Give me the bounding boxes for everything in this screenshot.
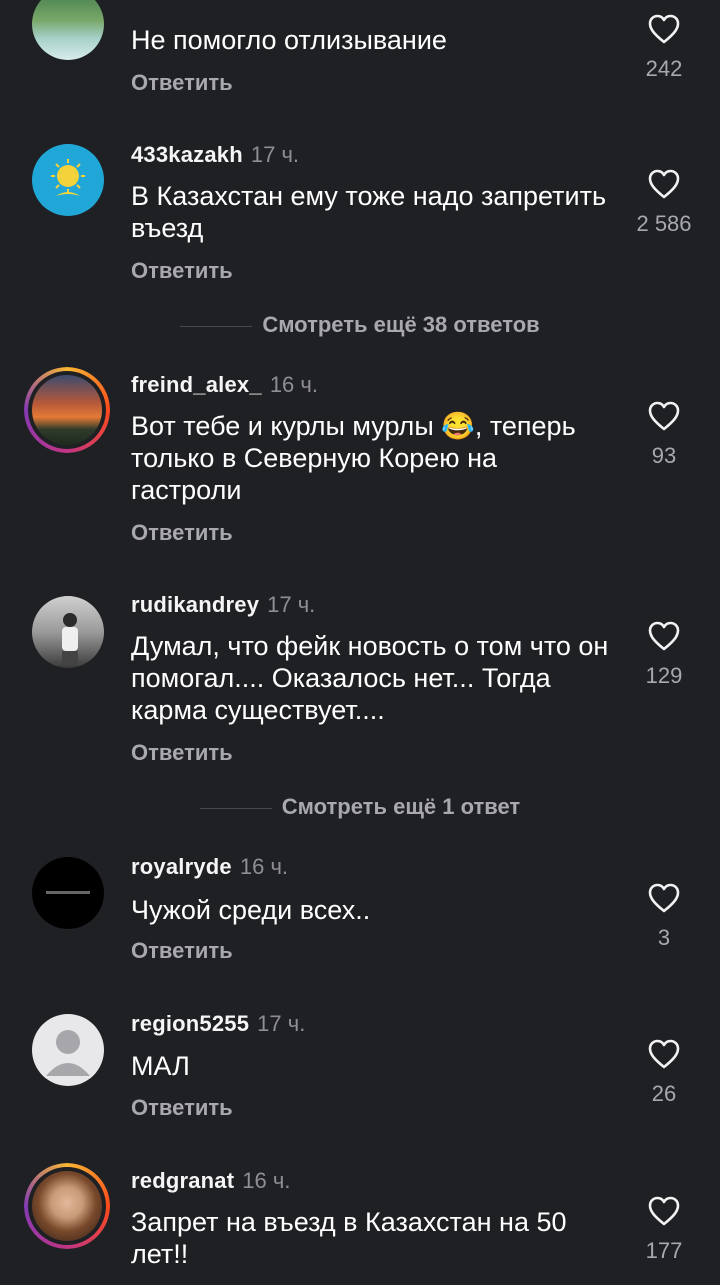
- reply-button[interactable]: Ответить: [131, 520, 233, 546]
- avatar[interactable]: [24, 1163, 110, 1249]
- reply-button[interactable]: Ответить: [131, 740, 233, 766]
- view-more-label: Смотреть ещё 38 ответов: [262, 312, 540, 337]
- comment-meta: royalryde 16 ч.: [131, 854, 288, 880]
- sunset-photo: [32, 375, 102, 445]
- logo-icon: [46, 891, 90, 894]
- timestamp: 16 ч.: [239, 854, 289, 879]
- heart-icon: [648, 621, 680, 651]
- timestamp: 16 ч.: [269, 372, 318, 397]
- like-button[interactable]: 177: [634, 1196, 694, 1264]
- comment-meta: rudikandrey 17 ч.: [131, 592, 315, 618]
- heart-icon: [648, 1196, 680, 1226]
- comment-meta: redgranat 16 ч.: [131, 1168, 290, 1194]
- like-count: 129: [645, 663, 683, 688]
- reply-button[interactable]: Ответить: [131, 938, 233, 964]
- divider: [180, 325, 253, 327]
- heart-icon: [648, 169, 680, 199]
- comment-text: В Казахстан ему тоже надо запретить въез…: [131, 181, 607, 243]
- like-button[interactable]: 242: [634, 14, 694, 82]
- username[interactable]: 433kazakh: [131, 142, 243, 167]
- comment-text: Думал, что фейк новость о том что он пом…: [131, 631, 609, 725]
- comment-text: Вот тебе и курлы мурлы 😂, теперь только …: [131, 411, 576, 505]
- heart-icon: [648, 401, 680, 431]
- default-avatar-icon: [46, 1030, 90, 1076]
- avatar[interactable]: [32, 596, 104, 668]
- username[interactable]: royalryde: [131, 854, 232, 879]
- like-count: 93: [651, 443, 677, 468]
- comment-text: Не помогло отлизывание: [131, 25, 447, 55]
- reply-button[interactable]: Ответить: [131, 1095, 233, 1121]
- username[interactable]: redgranat: [131, 1168, 234, 1193]
- comment-meta: freind_alex_ 16 ч.: [131, 372, 318, 398]
- reply-button[interactable]: Ответить: [131, 258, 233, 284]
- comment-meta: 433kazakh 17 ч.: [131, 142, 299, 168]
- timestamp: 16 ч.: [242, 1168, 291, 1193]
- divider: [199, 807, 272, 809]
- timestamp: 17 ч.: [257, 1011, 306, 1036]
- person-photo-icon: [62, 613, 78, 665]
- comment-text: Запрет на въезд в Казахстан на 50 лет!!: [131, 1207, 567, 1269]
- heart-icon: [648, 1039, 680, 1069]
- like-count: 26: [651, 1081, 677, 1106]
- avatar[interactable]: [24, 367, 110, 453]
- avatar[interactable]: [32, 0, 104, 60]
- like-button[interactable]: 3: [634, 883, 694, 951]
- like-count: 242: [645, 56, 683, 81]
- reply-button[interactable]: Ответить: [131, 70, 233, 96]
- like-button[interactable]: 26: [634, 1039, 694, 1107]
- like-count: 3: [657, 925, 671, 950]
- heart-icon: [648, 14, 680, 44]
- kazakhstan-flag-icon: [51, 159, 85, 196]
- woman-photo: [32, 1171, 102, 1241]
- avatar[interactable]: [32, 144, 104, 216]
- avatar[interactable]: [32, 1014, 104, 1086]
- like-button[interactable]: 129: [634, 621, 694, 689]
- view-more-replies[interactable]: Смотреть ещё 1 ответ: [0, 794, 720, 820]
- like-count: 177: [645, 1238, 683, 1263]
- timestamp: 17 ч.: [267, 592, 316, 617]
- username[interactable]: freind_alex_: [131, 372, 262, 397]
- heart-icon: [648, 883, 680, 913]
- like-button[interactable]: 93: [634, 401, 694, 469]
- comment-text: МАЛ: [131, 1051, 190, 1081]
- username[interactable]: rudikandrey: [131, 592, 259, 617]
- view-more-replies[interactable]: Смотреть ещё 38 ответов: [0, 312, 720, 338]
- username[interactable]: region5255: [131, 1011, 249, 1036]
- comment-text: Чужой среди всех..: [131, 895, 371, 925]
- like-count: 2 586: [636, 211, 692, 236]
- view-more-label: Смотреть ещё 1 ответ: [281, 794, 521, 819]
- avatar[interactable]: [32, 857, 104, 929]
- like-button[interactable]: 2 586: [634, 169, 694, 237]
- comment-meta: region5255 17 ч.: [131, 1011, 305, 1037]
- timestamp: 17 ч.: [250, 142, 300, 167]
